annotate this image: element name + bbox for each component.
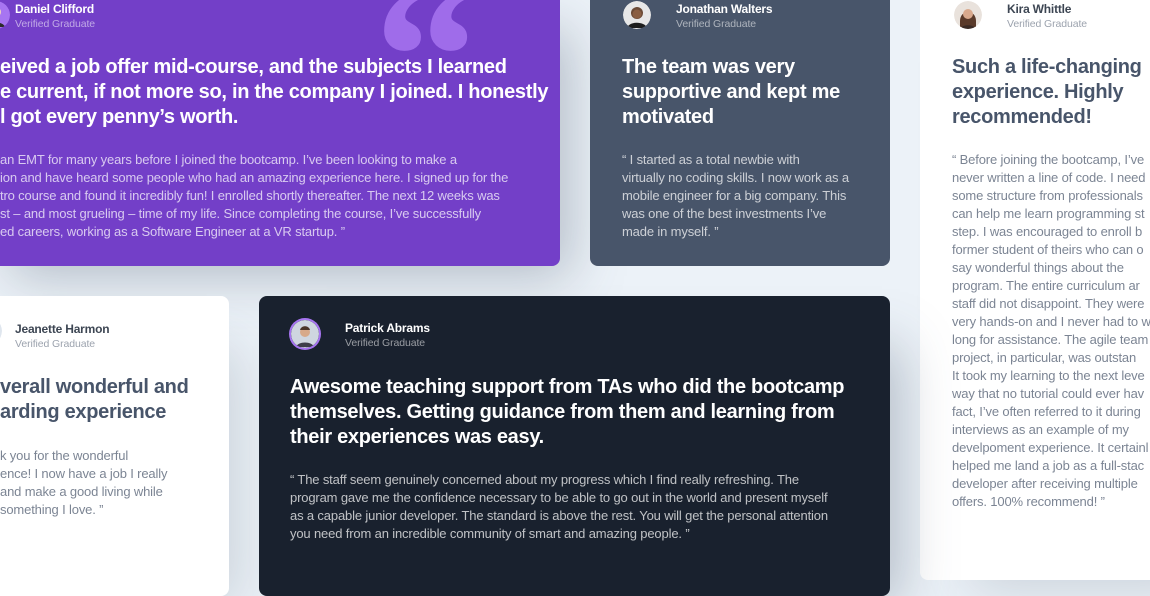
avatar — [954, 1, 982, 29]
testimonial-headline: Awesome teaching support from TAs who di… — [290, 376, 845, 448]
testimonial-card-patrick: Patrick Abrams Verified Graduate Awesome… — [259, 296, 890, 596]
testimonial-body: k you for the wonderful ence! I now have… — [0, 448, 168, 517]
author-role: Verified Graduate — [345, 337, 426, 349]
avatar — [623, 1, 651, 29]
author-name: Jonathan Walters — [676, 2, 773, 16]
avatar — [291, 320, 319, 348]
testimonial-headline: The team was very supportive and kept me… — [622, 56, 840, 128]
avatar — [0, 1, 10, 29]
testimonial-card-daniel: “ Daniel Clifford Verified Graduate eive… — [0, 0, 560, 266]
testimonial-headline: eived a job offer mid-course, and the su… — [0, 56, 549, 128]
author-name: Daniel Clifford — [15, 2, 95, 16]
author-role: Verified Graduate — [676, 18, 757, 30]
author-role: Verified Graduate — [1007, 18, 1088, 30]
author-role: Verified Graduate — [15, 18, 96, 30]
avatar — [0, 317, 2, 345]
author-name: Patrick Abrams — [345, 321, 430, 335]
testimonial-body: “ I started as a total newbie with virtu… — [622, 152, 849, 239]
author-name: Kira Whittle — [1007, 2, 1072, 16]
testimonial-headline: Such a life-changing experience. Highly … — [952, 56, 1142, 128]
testimonial-body: “ Before joining the bootcamp, I’ve neve… — [952, 152, 1150, 509]
testimonial-card-jonathan: Jonathan Walters Verified Graduate The t… — [590, 0, 890, 266]
testimonial-body: an EMT for many years before I joined th… — [0, 152, 509, 239]
testimonial-card-kira: Kira Whittle Verified Graduate Such a li… — [920, 0, 1150, 580]
testimonial-body: “ The staff seem genuinely concerned abo… — [290, 472, 828, 541]
author-name: Jeanette Harmon — [15, 322, 110, 336]
author-role: Verified Graduate — [15, 338, 96, 350]
testimonial-headline: verall wonderful and arding experience — [0, 376, 189, 423]
testimonial-card-jeanette: Jeanette Harmon Verified Graduate verall… — [0, 296, 229, 596]
